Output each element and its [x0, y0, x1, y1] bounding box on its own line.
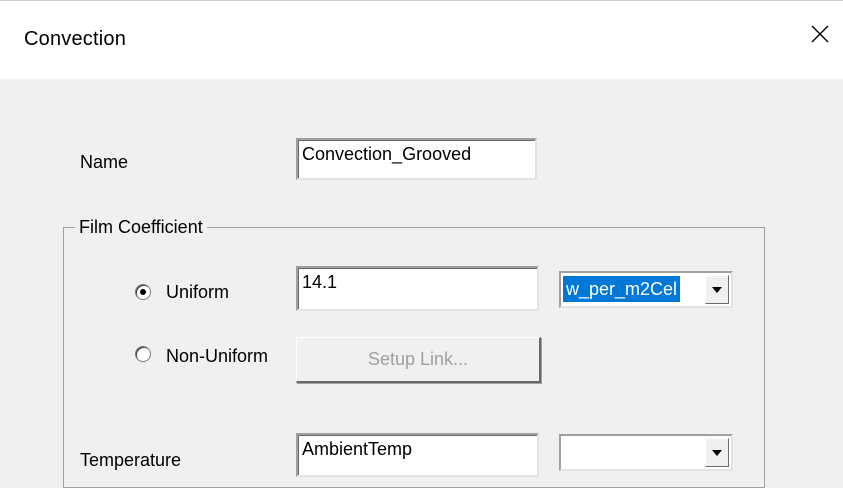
close-button[interactable]	[797, 9, 843, 59]
temperature-units-value	[563, 439, 569, 465]
radio-selected-dot	[140, 289, 146, 295]
nonuniform-radio[interactable]	[135, 346, 151, 362]
dialog-body: Name Convection_Grooved Film Coefficient…	[0, 78, 843, 488]
temperature-units-select[interactable]	[559, 434, 733, 471]
nonuniform-label[interactable]: Non-Uniform	[166, 346, 268, 367]
name-input[interactable]: Convection_Grooved	[296, 138, 537, 180]
uniform-radio[interactable]	[135, 284, 151, 300]
units-select[interactable]: w_per_m2Cel	[559, 271, 733, 308]
uniform-label[interactable]: Uniform	[166, 282, 229, 303]
temperature-input[interactable]: AmbientTemp	[296, 433, 539, 477]
temperature-units-dropdown-button[interactable]	[705, 438, 729, 467]
title-bar: Convection	[0, 0, 843, 79]
units-dropdown-button[interactable]	[705, 275, 729, 304]
setup-link-button[interactable]: Setup Link...	[296, 337, 541, 383]
units-selected-value: w_per_m2Cel	[563, 276, 681, 302]
name-label: Name	[80, 152, 129, 172]
temperature-label: Temperature	[80, 450, 182, 470]
chevron-down-icon	[712, 449, 722, 456]
close-icon	[811, 25, 829, 43]
window-title: Convection	[24, 28, 127, 50]
uniform-value-input[interactable]: 14.1	[296, 266, 539, 311]
chevron-down-icon	[712, 286, 722, 293]
film-coefficient-label: Film Coefficient	[75, 217, 207, 238]
